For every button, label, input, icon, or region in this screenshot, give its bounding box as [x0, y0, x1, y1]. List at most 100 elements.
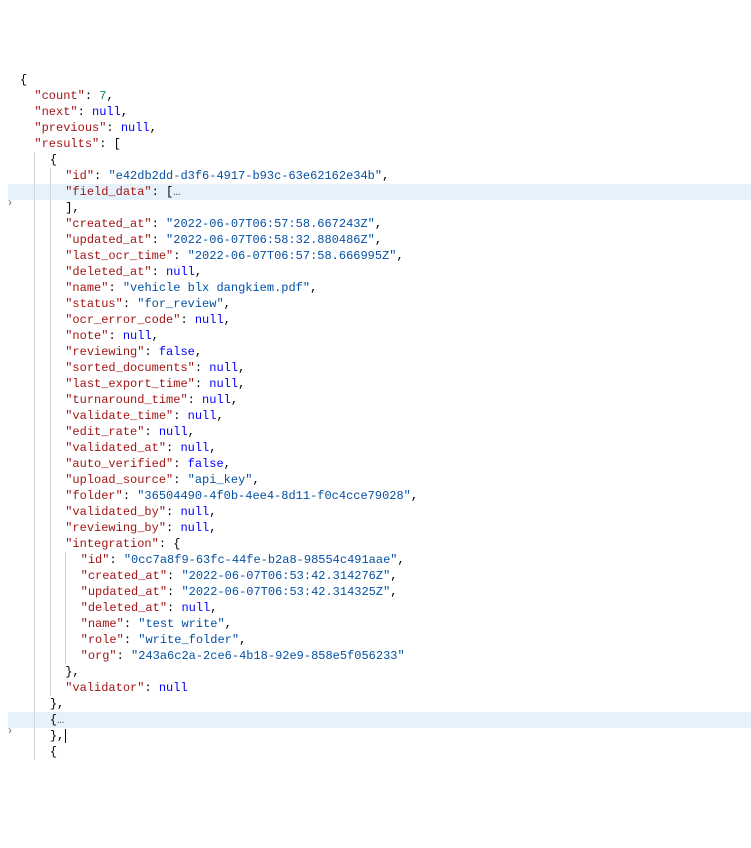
code-line: {	[8, 152, 751, 168]
json-key: "reviewing"	[65, 345, 144, 359]
code-line: "id": "0cc7a8f9-63fc-44fe-b2a8-98554c491…	[8, 552, 751, 568]
json-string: "36504490-4f0b-4ee4-8d11-f0c4cce79028"	[137, 489, 411, 503]
json-key: "validate_time"	[65, 409, 173, 423]
json-literal: null	[180, 521, 209, 535]
json-literal: null	[202, 393, 231, 407]
code-line: "previous": null,	[8, 120, 751, 136]
json-string: "e42db2dd-d3f6-4917-b93c-63e62162e34b"	[108, 169, 382, 183]
code-line: "results": [	[8, 136, 751, 152]
code-line: "sorted_documents": null,	[8, 360, 751, 376]
code-line: "validated_by": null,	[8, 504, 751, 520]
json-key: "reviewing_by"	[65, 521, 166, 535]
code-line: "updated_at": "2022-06-07T06:53:42.31432…	[8, 584, 751, 600]
code-line: "reviewing": false,	[8, 344, 751, 360]
json-literal: null	[180, 441, 209, 455]
code-line: "auto_verified": false,	[8, 456, 751, 472]
json-key: "count"	[34, 89, 84, 103]
json-key: "created_at"	[81, 569, 167, 583]
text-cursor	[65, 729, 66, 743]
json-key: "sorted_documents"	[65, 361, 195, 375]
code-line: },	[8, 728, 751, 744]
code-line: {	[8, 72, 751, 88]
json-key: "upload_source"	[65, 473, 173, 487]
code-line: "ocr_error_code": null,	[8, 312, 751, 328]
json-string: "test write"	[138, 617, 224, 631]
json-key: "auto_verified"	[65, 457, 173, 471]
json-literal: false	[159, 345, 195, 359]
ellipsis[interactable]: …	[173, 185, 180, 199]
code-line: "validate_time": null,	[8, 408, 751, 424]
code-line: "deleted_at": null,	[8, 264, 751, 280]
json-key: "previous"	[34, 121, 106, 135]
json-key: "name"	[65, 281, 108, 295]
json-literal: null	[209, 377, 238, 391]
code-line: "integration": {	[8, 536, 751, 552]
code-line: "turnaround_time": null,	[8, 392, 751, 408]
json-literal: null	[180, 505, 209, 519]
json-string: "api_key"	[188, 473, 253, 487]
json-key: "deleted_at"	[81, 601, 167, 615]
ellipsis[interactable]: …	[57, 713, 64, 727]
json-key: "name"	[81, 617, 124, 631]
json-literal: null	[123, 329, 152, 343]
json-string: "for_review"	[137, 297, 223, 311]
code-line: "deleted_at": null,	[8, 600, 751, 616]
json-key: "last_ocr_time"	[65, 249, 173, 263]
json-key: "org"	[81, 649, 117, 663]
json-key: "role"	[81, 633, 124, 647]
code-line: "upload_source": "api_key",	[8, 472, 751, 488]
code-line: "name": "vehicle blx dangkiem.pdf",	[8, 280, 751, 296]
json-literal: null	[166, 265, 195, 279]
json-string: "2022-06-07T06:57:58.666995Z"	[188, 249, 397, 263]
json-key: "deleted_at"	[65, 265, 151, 279]
json-key: "last_export_time"	[65, 377, 195, 391]
json-viewer: { "count": 7, "next": null, "previous": …	[8, 72, 751, 760]
json-string: "write_folder"	[138, 633, 239, 647]
json-literal: false	[188, 457, 224, 471]
json-key: "results"	[34, 137, 99, 151]
json-key: "integration"	[65, 537, 159, 551]
code-line: › "field_data": […	[8, 184, 751, 200]
code-line: "count": 7,	[8, 88, 751, 104]
code-line: "reviewing_by": null,	[8, 520, 751, 536]
code-line: "folder": "36504490-4f0b-4ee4-8d11-f0c4c…	[8, 488, 751, 504]
code-line: › {…	[8, 712, 751, 728]
json-literal: null	[181, 601, 210, 615]
code-line: "name": "test write",	[8, 616, 751, 632]
json-literal: null	[188, 409, 217, 423]
json-string: "2022-06-07T06:53:42.314276Z"	[181, 569, 390, 583]
code-line: ],	[8, 200, 751, 216]
json-key: "created_at"	[65, 217, 151, 231]
code-line: "status": "for_review",	[8, 296, 751, 312]
code-line: },	[8, 696, 751, 712]
json-key: "updated_at"	[81, 585, 167, 599]
json-key: "next"	[34, 105, 77, 119]
code-line: "validator": null	[8, 680, 751, 696]
code-line: "updated_at": "2022-06-07T06:58:32.88048…	[8, 232, 751, 248]
json-key: "note"	[65, 329, 108, 343]
code-line: "last_export_time": null,	[8, 376, 751, 392]
code-line: },	[8, 664, 751, 680]
json-string: "vehicle blx dangkiem.pdf"	[123, 281, 310, 295]
json-string: "2022-06-07T06:58:32.880486Z"	[166, 233, 375, 247]
json-literal: null	[121, 121, 150, 135]
json-literal: null	[92, 105, 121, 119]
code-line: "next": null,	[8, 104, 751, 120]
json-string: "2022-06-07T06:53:42.314325Z"	[181, 585, 390, 599]
json-literal: null	[209, 361, 238, 375]
code-line: "id": "e42db2dd-d3f6-4917-b93c-63e62162e…	[8, 168, 751, 184]
json-key: "validated_at"	[65, 441, 166, 455]
json-string: "2022-06-07T06:57:58.667243Z"	[166, 217, 375, 231]
json-key: "validated_by"	[65, 505, 166, 519]
json-string: "243a6c2a-2ce6-4b18-92e9-858e5f056233"	[131, 649, 405, 663]
json-key: "id"	[65, 169, 94, 183]
json-key: "field_data"	[65, 185, 151, 199]
code-line: "validated_at": null,	[8, 440, 751, 456]
json-literal: null	[159, 681, 188, 695]
json-key: "status"	[65, 297, 123, 311]
code-line: "created_at": "2022-06-07T06:57:58.66724…	[8, 216, 751, 232]
json-string: "0cc7a8f9-63fc-44fe-b2a8-98554c491aae"	[124, 553, 398, 567]
json-key: "turnaround_time"	[65, 393, 187, 407]
json-key: "edit_rate"	[65, 425, 144, 439]
json-key: "ocr_error_code"	[65, 313, 180, 327]
